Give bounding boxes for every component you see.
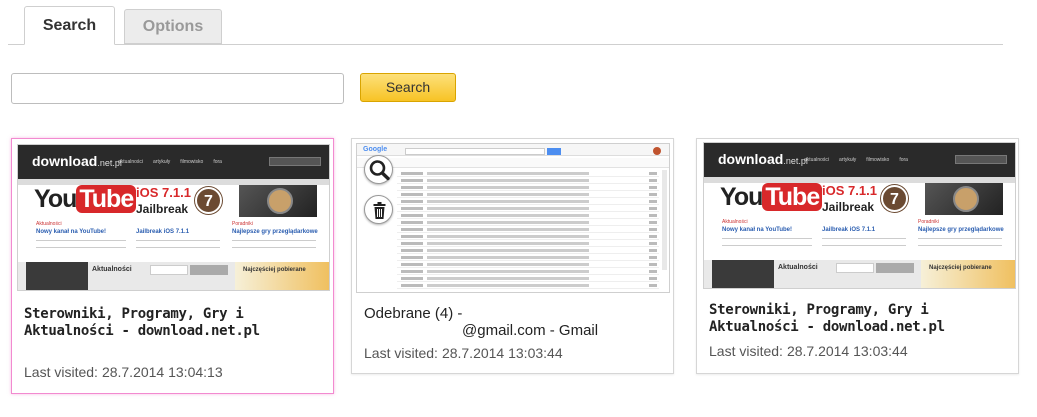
ios-promo: iOS 7.1.1 Jailbreak xyxy=(822,183,877,214)
thumb-nav: aktualności artykuły filmowisko fora xyxy=(118,159,222,165)
page-thumbnail: download.net.pl aktualności artykuły filmo… xyxy=(17,144,330,291)
youtube-logo: You Tube xyxy=(34,185,137,214)
thumb-link: Najlepsze gry przeglądarkowe xyxy=(232,229,318,235)
thumb-footer: Aktualności Najczęściej pobierane xyxy=(704,260,1015,288)
ios-promo: iOS 7.1.1 Jailbreak xyxy=(136,185,191,216)
thumb-text xyxy=(822,236,906,250)
list-item xyxy=(397,227,659,233)
list-item xyxy=(397,178,659,184)
thumb-link: Jailbreak iOS 7.1.1 xyxy=(822,227,876,233)
search-input[interactable] xyxy=(11,73,344,104)
history-card[interactable]: download.net.pl aktualności artykuły filmo… xyxy=(11,138,334,394)
card-title[interactable]: Odebrane (4) - xyxy=(364,305,462,322)
thumb-link: Nowy kanał na YouTube! xyxy=(722,227,793,233)
thumb-scrollbar xyxy=(662,170,667,270)
last-visited: Last visited: 28.7.2014 13:04:13 xyxy=(24,364,223,380)
card-title[interactable]: @gmail.com - Gmail xyxy=(462,322,598,339)
ios7-badge-icon: 7 xyxy=(195,187,222,214)
list-item xyxy=(397,255,659,261)
last-visited: Last visited: 28.7.2014 13:03:44 xyxy=(364,345,563,361)
list-item xyxy=(397,241,659,247)
list-item xyxy=(397,213,659,219)
list-item xyxy=(397,248,659,254)
thumb-tag: Poradniki xyxy=(918,219,939,225)
list-item xyxy=(397,220,659,226)
gmail-topbar: Google xyxy=(357,144,669,156)
youtube-logo: You Tube xyxy=(720,183,823,212)
card-title[interactable]: Aktualności - download.net.pl xyxy=(709,319,945,336)
list-item xyxy=(397,269,659,275)
page-thumbnail: Google xyxy=(356,143,670,293)
card-title[interactable]: Sterowniki, Programy, Gry i xyxy=(709,302,929,319)
site-logo: download.net.pl xyxy=(32,153,122,169)
thumb-text xyxy=(722,236,812,250)
trash-icon xyxy=(373,202,386,219)
thumb-searchbox xyxy=(955,155,1007,164)
list-item xyxy=(397,276,659,282)
thumb-link: Nowy kanał na YouTube! xyxy=(36,229,107,235)
thumb-text xyxy=(36,238,126,252)
thumb-tag: Aktualności xyxy=(722,219,748,225)
history-card[interactable]: download.net.pl aktualności artykuły filmo… xyxy=(696,138,1019,374)
search-button[interactable]: Search xyxy=(360,73,456,102)
page-thumbnail: download.net.pl aktualności artykuły filmo… xyxy=(703,142,1016,289)
list-item xyxy=(397,199,659,205)
history-card[interactable]: Google Odebrane (4) - @gmail.com - Gmail… xyxy=(351,138,674,374)
game-banner xyxy=(239,185,317,217)
card-title[interactable]: Sterowniki, Programy, Gry i xyxy=(24,306,244,323)
ios7-badge-icon: 7 xyxy=(881,185,908,212)
thumb-link: Najlepsze gry przeglądarkowe xyxy=(918,227,1004,233)
zoom-button[interactable] xyxy=(364,155,393,184)
tab-bar: Search Options xyxy=(8,6,1003,45)
list-item xyxy=(397,185,659,191)
thumb-tag: Poradniki xyxy=(232,221,253,227)
tab-options[interactable]: Options xyxy=(124,9,222,44)
thumb-header: download.net.pl aktualności artykuły filmo… xyxy=(704,143,1015,177)
gmail-toolbar xyxy=(357,158,669,168)
list-item xyxy=(397,171,659,177)
last-visited: Last visited: 28.7.2014 13:03:44 xyxy=(709,343,908,359)
thumb-header: download.net.pl aktualności artykuły filmo… xyxy=(18,145,329,179)
thumb-text xyxy=(232,238,316,252)
thumb-tag: Aktualności xyxy=(36,221,62,227)
thumb-link: Jailbreak iOS 7.1.1 xyxy=(136,229,190,235)
list-item xyxy=(397,283,659,289)
list-item xyxy=(397,234,659,240)
search-icon xyxy=(369,160,390,181)
delete-button[interactable] xyxy=(364,195,393,224)
list-item xyxy=(397,262,659,268)
game-banner xyxy=(925,183,1003,215)
thumb-nav: aktualności artykuły filmowisko fora xyxy=(804,157,908,163)
site-logo: download.net.pl xyxy=(718,151,808,167)
card-title[interactable]: Aktualności - download.net.pl xyxy=(24,323,260,340)
thumb-text xyxy=(136,238,220,252)
tab-search[interactable]: Search xyxy=(24,6,115,45)
thumb-footer: Aktualności Najczęściej pobierane xyxy=(18,262,329,290)
thumb-text xyxy=(918,236,1002,250)
thumb-searchbox xyxy=(269,157,321,166)
list-item xyxy=(397,206,659,212)
list-item xyxy=(397,192,659,198)
